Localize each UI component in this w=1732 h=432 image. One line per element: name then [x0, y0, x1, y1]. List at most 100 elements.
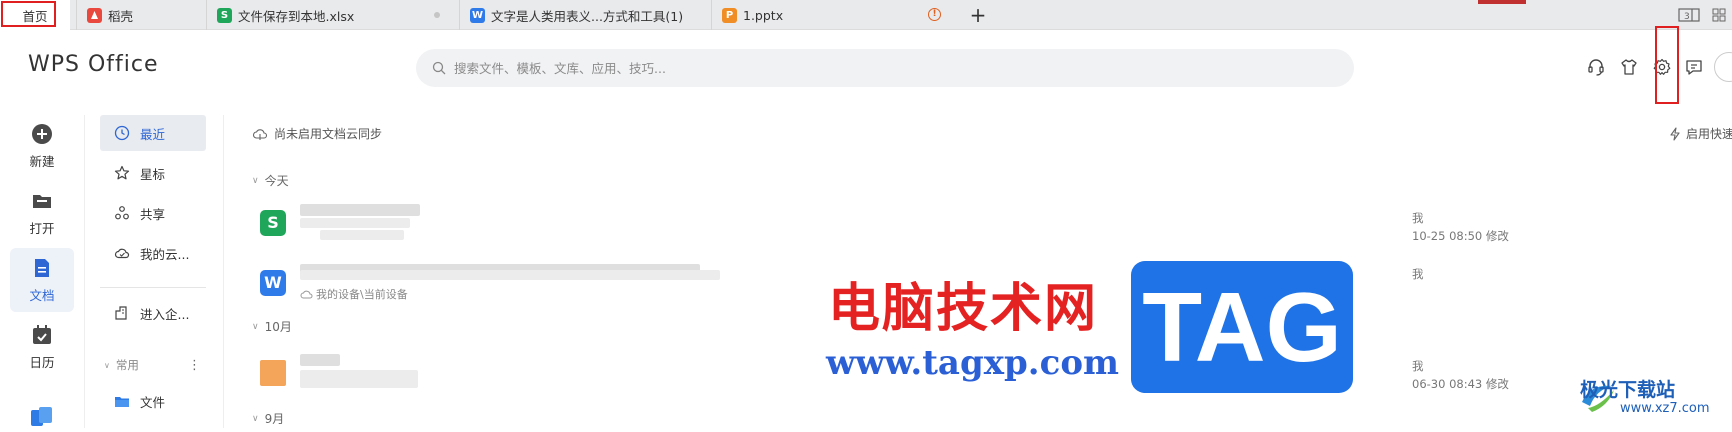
- watermark-site-name: 极光下载站: [1580, 379, 1676, 401]
- folder-icon: [33, 194, 51, 208]
- rail-label: 文档: [29, 287, 55, 303]
- chevron-down-icon: ∨: [252, 413, 259, 424]
- search-input[interactable]: [454, 60, 1254, 76]
- writer-icon: W: [260, 270, 286, 296]
- message-icon[interactable]: [1684, 57, 1704, 77]
- presentation-icon: [260, 360, 286, 386]
- warning-icon: !: [928, 8, 941, 21]
- cloud-icon: [114, 248, 130, 259]
- docer-icon: [87, 7, 102, 23]
- tab-label: 文件保存到本地.xlsx: [238, 8, 355, 24]
- cloud-sync-label: 尚未启用文档云同步: [274, 127, 383, 141]
- enterprise-icon: [115, 306, 127, 320]
- blurred-filename: [300, 270, 720, 280]
- tab-bar: 首页 稻壳 S 文件保存到本地.xlsx W 文字是人类用表义...方式和工具(…: [0, 0, 1732, 30]
- group-today[interactable]: ∨ 今天: [252, 172, 289, 189]
- search-bar[interactable]: [416, 49, 1354, 87]
- rail-new[interactable]: 新建: [10, 114, 74, 178]
- watermark-text: 电脑技术网: [828, 279, 1099, 339]
- file-owner: 我: [1412, 267, 1424, 281]
- writer-icon: W: [470, 7, 485, 23]
- cloud-off-icon: [253, 128, 268, 140]
- blurred-filename: [300, 204, 420, 216]
- layout-toggle-icon[interactable]: 3: [1678, 8, 1700, 25]
- more-options-icon[interactable]: ⋮: [188, 358, 201, 373]
- group-september[interactable]: ∨ 9月: [252, 410, 284, 427]
- chevron-down-icon: ∨: [252, 321, 259, 332]
- quick-enable-label: 启用快速: [1686, 127, 1732, 141]
- file-owner: 我: [1412, 359, 1424, 373]
- group-label: 10月: [264, 320, 292, 334]
- sidebar-divider: [223, 115, 224, 428]
- tshirt-skin-icon[interactable]: [1619, 57, 1639, 77]
- nav-starred[interactable]: 星标: [100, 155, 206, 191]
- rail-documents[interactable]: 文档: [10, 248, 74, 312]
- watermark-url: www.tagxp.com: [826, 343, 1119, 383]
- rail-calendar[interactable]: 日历: [10, 315, 74, 379]
- nav-label: 文件: [140, 394, 166, 410]
- nav-label: 共享: [140, 206, 166, 222]
- rail-app-icon[interactable]: [30, 406, 54, 428]
- nav-enterprise[interactable]: 进入企...: [100, 295, 206, 331]
- highlight-box: [1, 1, 56, 27]
- document-icon: [35, 258, 49, 277]
- nav-label: 最近: [140, 126, 166, 142]
- nav-label: 我的云...: [140, 246, 190, 262]
- nav-group-common[interactable]: ∨ 常用 ⋮: [100, 355, 206, 375]
- group-label: 9月: [264, 412, 285, 426]
- red-marker: [1478, 0, 1526, 4]
- file-modified: 06-30 08:43 修改: [1412, 377, 1509, 391]
- share-icon: [115, 206, 129, 220]
- watermark-site-url: www.xz7.com: [1620, 401, 1710, 416]
- clock-icon: [114, 125, 130, 141]
- nav-label: 星标: [140, 166, 166, 182]
- presentation-icon: P: [722, 7, 737, 23]
- chevron-down-icon: ∨: [104, 360, 110, 370]
- app-logo: WPS Office: [28, 52, 159, 77]
- lightning-icon: [1670, 126, 1680, 141]
- rail-label: 打开: [29, 220, 55, 236]
- nav-recent[interactable]: 最近: [100, 115, 206, 151]
- blurred-filename: [300, 354, 340, 366]
- file-location: 我的设备\当前设备: [316, 288, 408, 301]
- spreadsheet-icon: S: [260, 210, 286, 236]
- folder-blue-icon: [115, 397, 129, 407]
- divider: [100, 287, 206, 288]
- blurred-filename: [300, 218, 410, 228]
- group-label: 今天: [264, 174, 289, 188]
- grid-apps-icon[interactable]: [1712, 8, 1726, 25]
- unsaved-dot-icon: [434, 12, 440, 18]
- cloud-sync-status[interactable]: 尚未启用文档云同步: [252, 125, 382, 142]
- tab-label: 稻壳: [108, 8, 134, 24]
- chevron-down-icon: ∨: [252, 175, 259, 186]
- quick-enable-button[interactable]: 启用快速: [1668, 125, 1732, 142]
- blurred-location: [320, 230, 404, 240]
- account-button[interactable]: [1714, 52, 1732, 82]
- nav-label: 进入企...: [140, 306, 190, 322]
- group-october[interactable]: ∨ 10月: [252, 318, 292, 335]
- tab-spreadsheet[interactable]: S 文件保存到本地.xlsx: [206, 0, 454, 30]
- star-icon: [114, 165, 130, 180]
- cloud-icon: [300, 290, 313, 299]
- spreadsheet-icon: S: [217, 7, 232, 23]
- nav-my-cloud[interactable]: 我的云...: [100, 235, 206, 271]
- rail-open[interactable]: 打开: [10, 181, 74, 245]
- calendar-icon: [33, 324, 51, 344]
- headset-icon[interactable]: [1586, 57, 1606, 77]
- tab-presentation[interactable]: P 1.pptx !: [711, 0, 951, 30]
- file-row[interactable]: S 我 10-25 08:50 修改: [258, 202, 1718, 254]
- tab-label: 文字是人类用表义...方式和工具(1): [491, 8, 684, 24]
- file-owner: 我: [1412, 211, 1424, 225]
- settings-highlight-box: [1655, 26, 1679, 104]
- search-icon: [432, 61, 446, 75]
- nav-folder-files[interactable]: 文件: [100, 383, 206, 419]
- svg-text:3: 3: [1684, 12, 1690, 22]
- nav-shared[interactable]: 共享: [100, 195, 206, 231]
- tab-docer[interactable]: 稻壳: [76, 0, 200, 30]
- tab-writer[interactable]: W 文字是人类用表义...方式和工具(1): [459, 0, 705, 30]
- tab-label: 1.pptx: [743, 7, 784, 23]
- rail-divider: [84, 115, 85, 428]
- group-label: 常用: [115, 358, 139, 372]
- new-tab-button[interactable]: +: [966, 3, 990, 27]
- watermark-tag-logo: TAG: [1131, 261, 1353, 393]
